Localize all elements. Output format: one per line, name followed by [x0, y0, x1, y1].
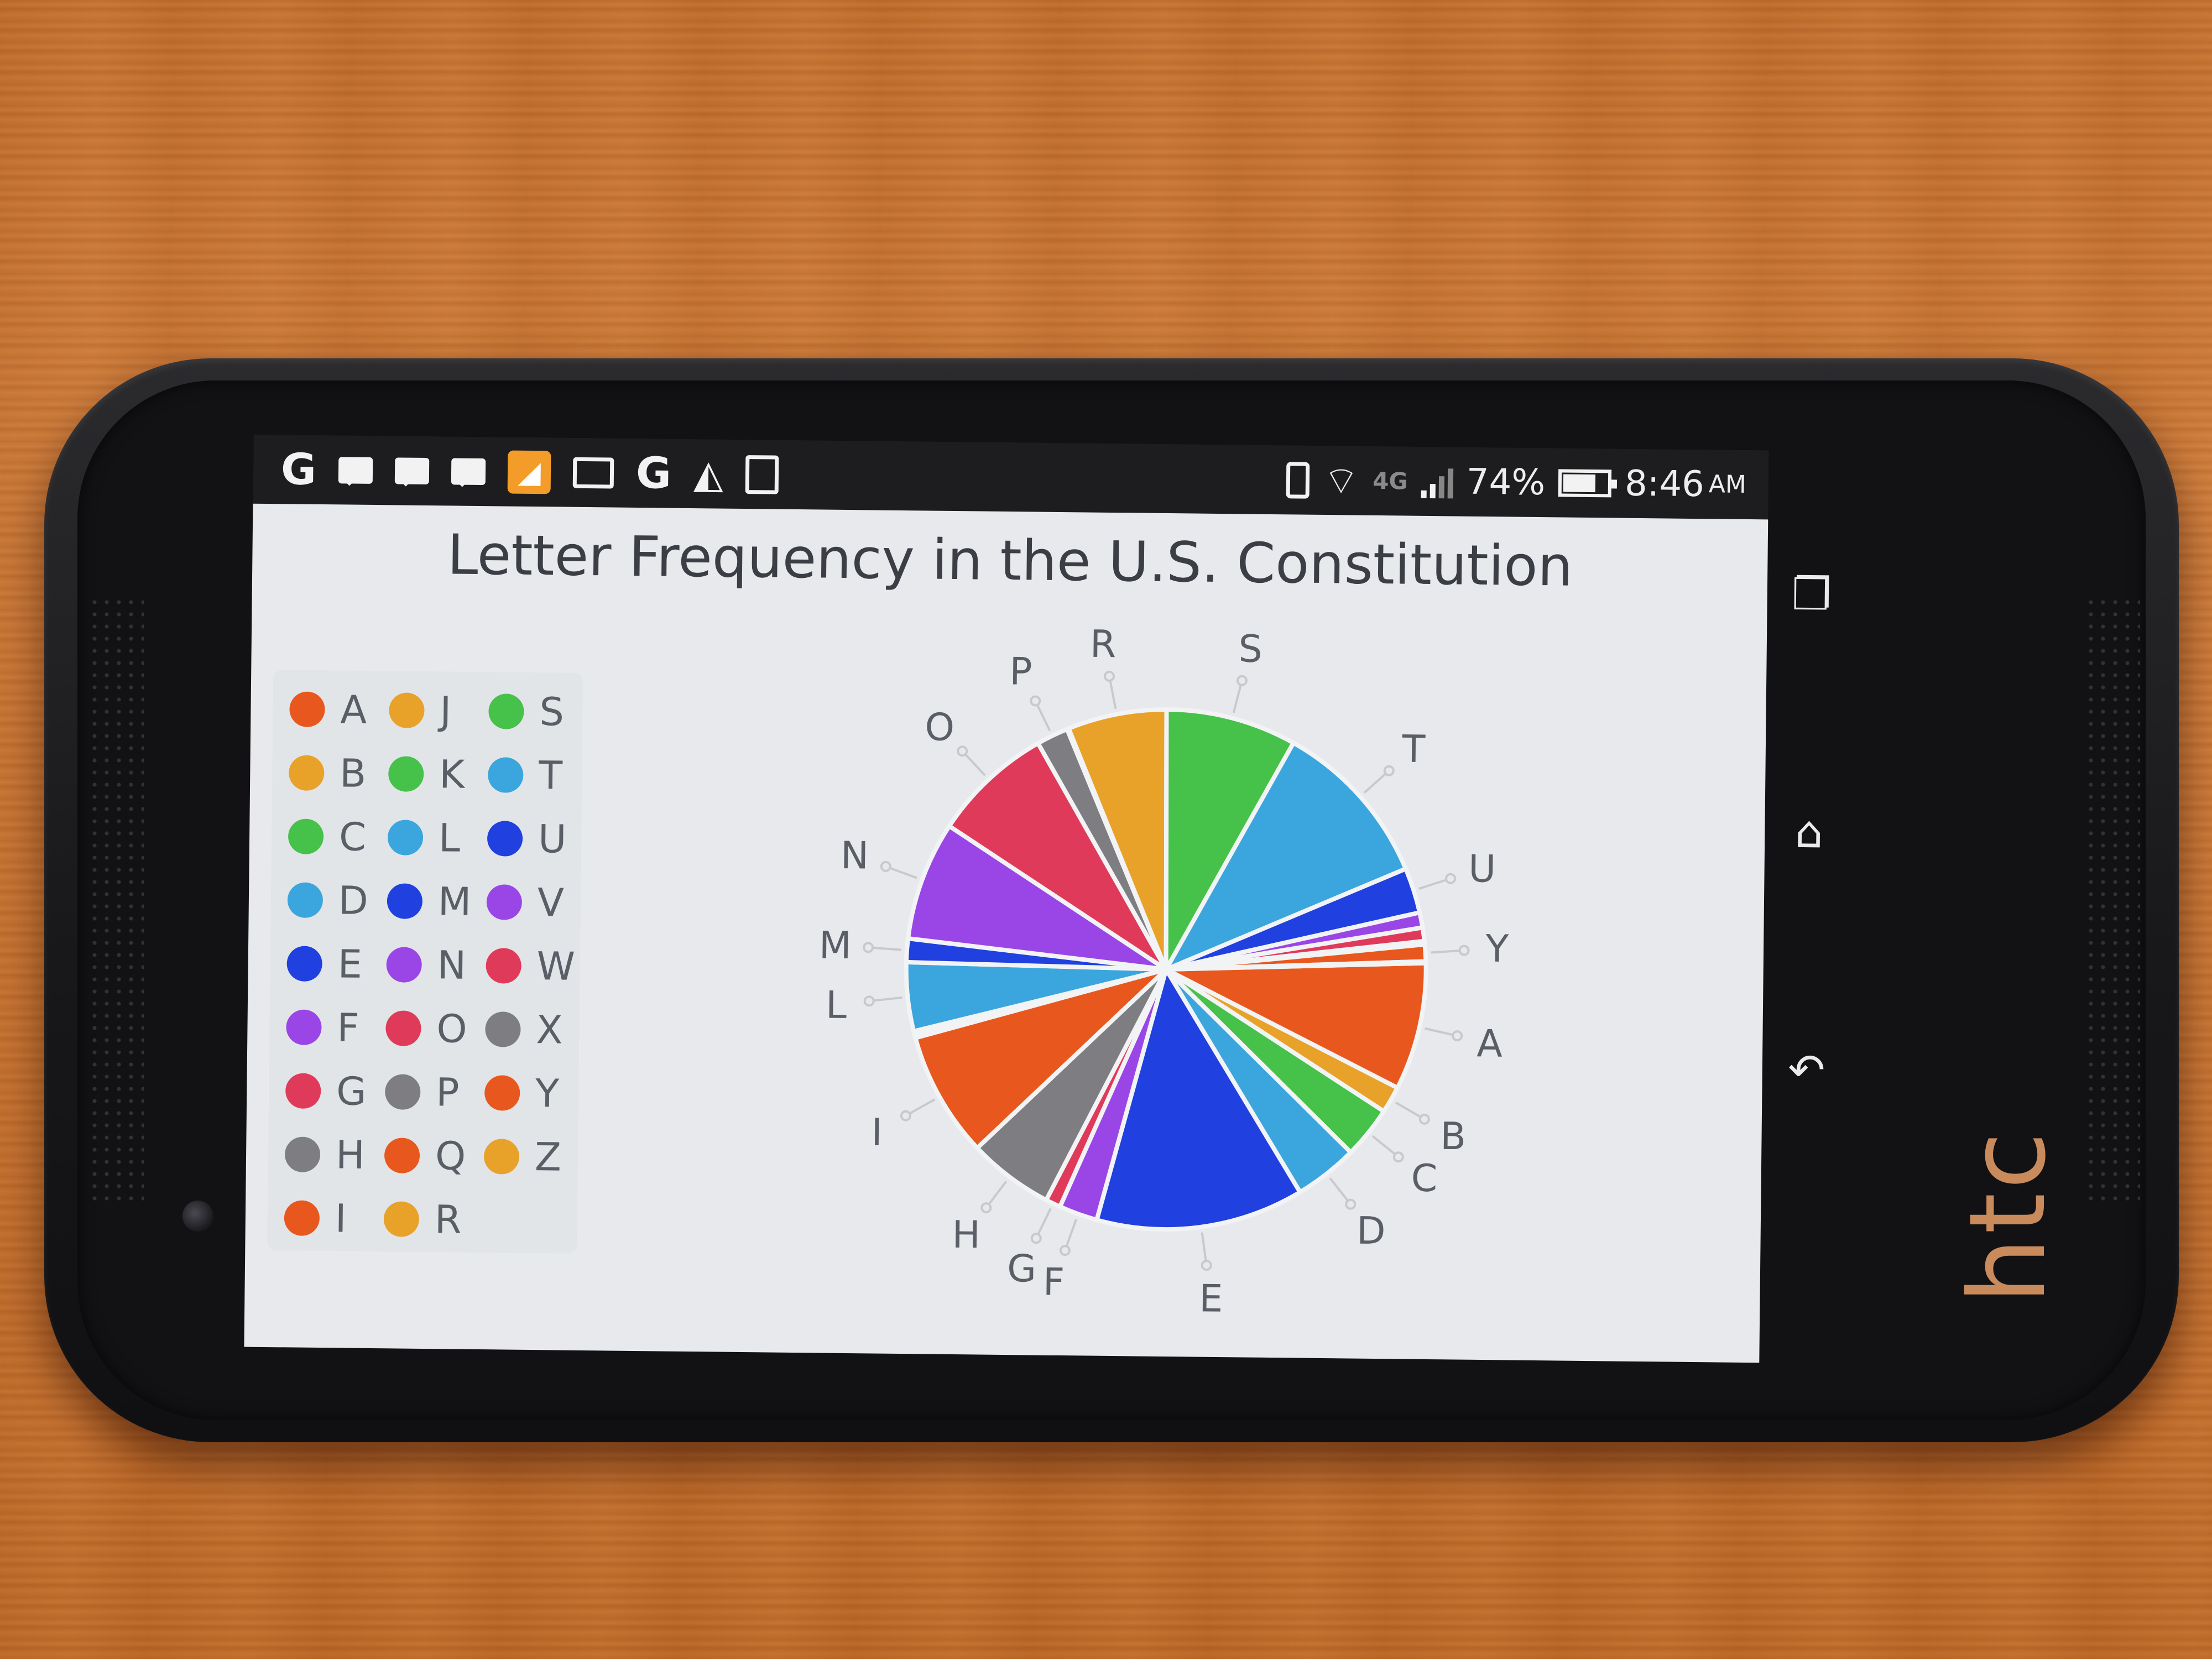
- chat-icon[interactable]: [451, 457, 486, 485]
- battery-fill: [1563, 474, 1596, 492]
- google-icon[interactable]: G: [281, 445, 317, 495]
- pie-label-l: L: [826, 983, 847, 1027]
- recent-apps-icon[interactable]: ❐: [1789, 568, 1834, 620]
- chat-icon[interactable]: [338, 456, 373, 484]
- pie-leader-dot-u: [1445, 873, 1457, 884]
- android-nav-bar: ❐ ⌂ ↶: [1759, 450, 1857, 1364]
- pie-label-d: D: [1357, 1209, 1386, 1254]
- pie-label-r: R: [1090, 623, 1117, 666]
- pie-label-p: P: [1009, 650, 1032, 693]
- pie-leader-dot-l: [863, 995, 875, 1007]
- shoe-icon[interactable]: ◭: [693, 451, 724, 497]
- pie-label-y: Y: [1485, 927, 1509, 971]
- pie-leader-dot-a: [1452, 1030, 1463, 1042]
- pie-leader-dot-r: [1103, 670, 1115, 682]
- pie-leader-dot-i: [900, 1110, 911, 1121]
- pie-leader-dot-y: [1458, 945, 1470, 956]
- pie-leader-dot-s: [1236, 675, 1248, 686]
- brand-logo: htc: [1947, 1128, 2069, 1304]
- pie-label-m: M: [819, 924, 852, 968]
- battery-percent: 74%: [1466, 461, 1546, 503]
- pie-label-e: E: [1199, 1277, 1223, 1321]
- front-camera: [182, 1201, 213, 1232]
- notification-icons: G ◢ G ◭: [253, 445, 779, 498]
- system-status: ⌔ 4G 74% 8:46 AM: [1286, 456, 1768, 509]
- pie-label-s: S: [1238, 628, 1262, 671]
- pie-leader-dot-f: [1059, 1245, 1071, 1256]
- home-icon[interactable]: ⌂: [1787, 806, 1832, 858]
- pie-label-u: U: [1468, 847, 1496, 891]
- pie-label-o: O: [925, 706, 954, 750]
- clock-time: 8:46: [1624, 463, 1705, 505]
- pie-leader-dot-o: [957, 745, 968, 757]
- signal-icon: [1421, 465, 1454, 498]
- pie-label-t: T: [1401, 728, 1426, 771]
- battery-icon: [1558, 468, 1612, 497]
- speaker-grille-right: [2085, 596, 2140, 1204]
- pie-label-a: A: [1477, 1022, 1503, 1066]
- pie-chart: A BCD E FGH I LM N O P R S T UY: [819, 623, 1510, 1321]
- pie-leader-dot-p: [1030, 695, 1041, 707]
- pie-leader-dot-n: [880, 860, 891, 872]
- pie-leader-dot-m: [863, 942, 874, 953]
- pie-leader-dot-e: [1201, 1260, 1212, 1271]
- google-icon[interactable]: G: [636, 448, 672, 498]
- pie-label-g: G: [1007, 1247, 1037, 1291]
- chat-icon[interactable]: [394, 457, 430, 484]
- pie-label-h: H: [952, 1213, 980, 1258]
- pie-label-c: C: [1411, 1157, 1437, 1201]
- clock-ampm: AM: [1708, 470, 1747, 499]
- mail-icon[interactable]: [572, 457, 614, 489]
- clipboard-icon[interactable]: [745, 455, 779, 494]
- pie-leader-dot-g: [1030, 1233, 1042, 1244]
- pie-leader-dot-h: [980, 1202, 992, 1214]
- wifi-icon: ⌔: [1322, 457, 1360, 504]
- phone-screen: G ◢ G ◭ ⌔ 4G 74% 8:46 AM Letter Frequenc…: [244, 434, 1832, 1363]
- pie-label-f: F: [1043, 1260, 1065, 1304]
- chart-app: Letter Frequency in the U.S. Constitutio…: [244, 503, 1768, 1363]
- network-type: 4G: [1372, 467, 1408, 495]
- pie-leader-dot-d: [1345, 1198, 1357, 1210]
- pie-leader-dot-t: [1383, 765, 1395, 776]
- rss-icon[interactable]: ◢: [507, 450, 551, 494]
- pie-label-i: I: [871, 1111, 883, 1155]
- pie-leader-dot-b: [1418, 1113, 1430, 1125]
- pie-label-n: N: [841, 834, 869, 878]
- pie-label-b: B: [1440, 1115, 1466, 1159]
- back-icon[interactable]: ↶: [1784, 1044, 1829, 1096]
- vibrate-icon: [1286, 461, 1310, 499]
- pie-leader-dot-c: [1392, 1151, 1404, 1163]
- speaker-grille-left: [88, 596, 144, 1204]
